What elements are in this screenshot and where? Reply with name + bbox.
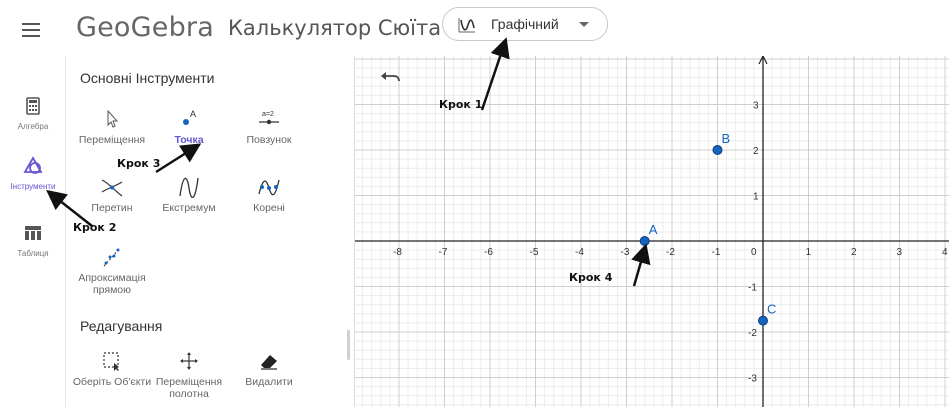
x-tick-label: 4: [942, 247, 948, 258]
point-label-b: B: [722, 131, 731, 146]
annotation-step4: Крок 4: [569, 271, 613, 284]
table-icon: [25, 226, 41, 240]
tools-shapes-icon: [23, 156, 43, 174]
graph-curve-icon: [458, 18, 475, 33]
tool-label: Видалити: [245, 376, 293, 388]
y-tick-label: -2: [748, 328, 757, 339]
tool-label: Перетин: [91, 202, 133, 214]
svg-text:A: A: [190, 109, 196, 119]
move-graphics-icon: [180, 352, 198, 370]
app-title: Калькулятор Сюїта: [228, 16, 442, 40]
x-tick-label: -6: [484, 247, 493, 258]
select-objects-icon: [103, 352, 119, 371]
best-fit-line-icon: [103, 247, 121, 267]
geogebra-logo: GeoGebra: [76, 12, 214, 43]
point-icon: A: [183, 109, 196, 125]
tools-panel-scrollbar[interactable]: [347, 330, 350, 360]
eraser-icon: [261, 355, 277, 370]
point-label-a: A: [649, 222, 658, 237]
x-tick-label: -7: [439, 247, 448, 258]
x-tick-label: -8: [393, 247, 402, 258]
rail-label: Таблиця: [17, 249, 49, 258]
rail-item-tools[interactable]: Інструменти: [0, 156, 66, 216]
x-tick-label: -3: [621, 247, 630, 258]
slider-icon: a=2: [259, 111, 279, 125]
y-tick-label: -1: [748, 283, 757, 294]
rail-label: Алгебра: [17, 122, 49, 131]
tool-label: Переміщення: [78, 134, 146, 146]
tool-label: Екстремум: [162, 202, 216, 214]
app-selector-label: Графічний: [491, 16, 559, 32]
rail-item-algebra[interactable]: Алгебра: [0, 96, 66, 156]
chevron-down-icon: [579, 22, 589, 27]
point-b: [712, 145, 723, 155]
y-tick-label: 1: [753, 192, 759, 203]
x-tick-label: -5: [530, 247, 539, 258]
x-tick-label: -2: [666, 247, 675, 258]
tool-label: Оберіть Об'єкти: [72, 376, 152, 388]
point-a: [639, 236, 650, 246]
annotation-step2: Крок 2: [73, 221, 117, 234]
app-header: GeoGebra Калькулятор Сюїта Графічний: [0, 0, 949, 56]
point-c: [758, 315, 768, 326]
calculator-icon: [26, 97, 40, 115]
cursor-arrow-icon: [107, 109, 119, 128]
section-title-basic: Основні Інструменти: [80, 70, 215, 86]
y-tick-label: 3: [753, 101, 759, 112]
tool-label: Точка: [174, 134, 204, 146]
annotation-step3: Крок 3: [117, 157, 161, 170]
app-selector-dropdown[interactable]: Графічний: [442, 7, 608, 41]
roots-icon: [258, 179, 280, 196]
tool-label: Переміщення полотна: [155, 376, 223, 400]
svg-text:a=2: a=2: [262, 111, 274, 118]
tool-label: Апроксимація прямою: [78, 272, 146, 296]
x-tick-label: -4: [575, 247, 584, 258]
x-tick-label: 1: [806, 247, 812, 258]
nav-rail: Алгебра Інструменти Таблиця: [0, 56, 66, 407]
tool-label: Корені: [253, 202, 285, 214]
section-title-edit: Редагування: [80, 318, 163, 334]
y-tick-label: 2: [753, 146, 759, 157]
intersect-icon: [101, 179, 123, 197]
x-tick-label: 0: [751, 247, 757, 258]
tool-label: Повзунок: [246, 134, 292, 146]
x-tick-label: -1: [712, 247, 721, 258]
hamburger-menu-icon[interactable]: [22, 23, 40, 37]
rail-label: Інструменти: [10, 182, 56, 191]
annotation-step1: Крок 1: [439, 98, 483, 111]
undo-icon[interactable]: [378, 70, 402, 90]
rail-item-table[interactable]: Таблиця: [0, 223, 66, 283]
y-tick-label: -3: [748, 374, 757, 385]
point-label-c: C: [767, 302, 776, 317]
x-tick-label: 2: [851, 247, 857, 258]
extremum-icon: [179, 177, 199, 198]
x-tick-label: 3: [897, 247, 903, 258]
